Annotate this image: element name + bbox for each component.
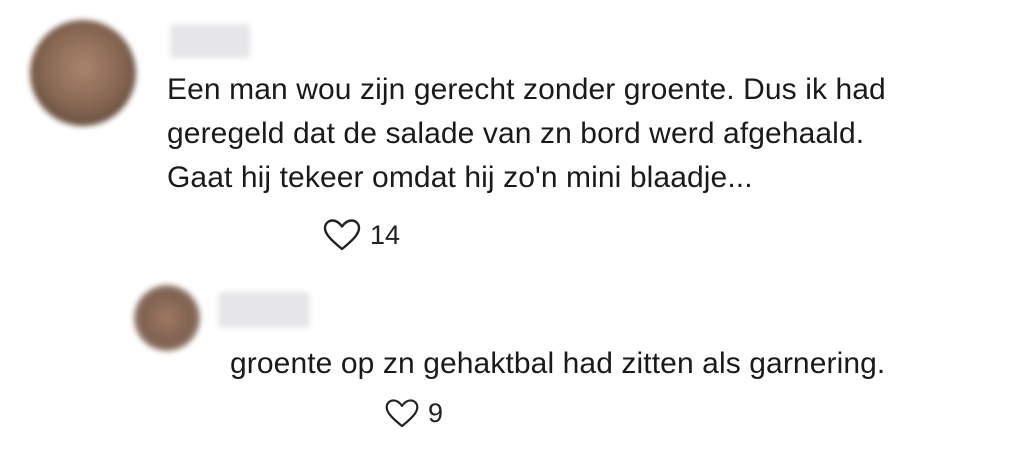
heart-outline-icon[interactable]	[322, 218, 362, 252]
reply-avatar[interactable]	[134, 285, 200, 351]
commenter-avatar[interactable]	[30, 20, 136, 126]
reply-like-count: 9	[428, 398, 444, 428]
reply-author-name-redacted[interactable]	[218, 292, 310, 328]
comment-text: Een man wou zijn gerecht zonder groente.…	[167, 73, 886, 194]
reply-like-button[interactable]: 9	[384, 398, 443, 429]
commenter-name-redacted[interactable]	[170, 24, 250, 58]
reply-text: groente op zn gehaktbal had zitten als g…	[230, 347, 886, 380]
heart-outline-icon[interactable]	[384, 398, 420, 429]
comment-like-count: 14	[370, 219, 401, 250]
comment-like-button[interactable]: 14	[322, 218, 400, 252]
